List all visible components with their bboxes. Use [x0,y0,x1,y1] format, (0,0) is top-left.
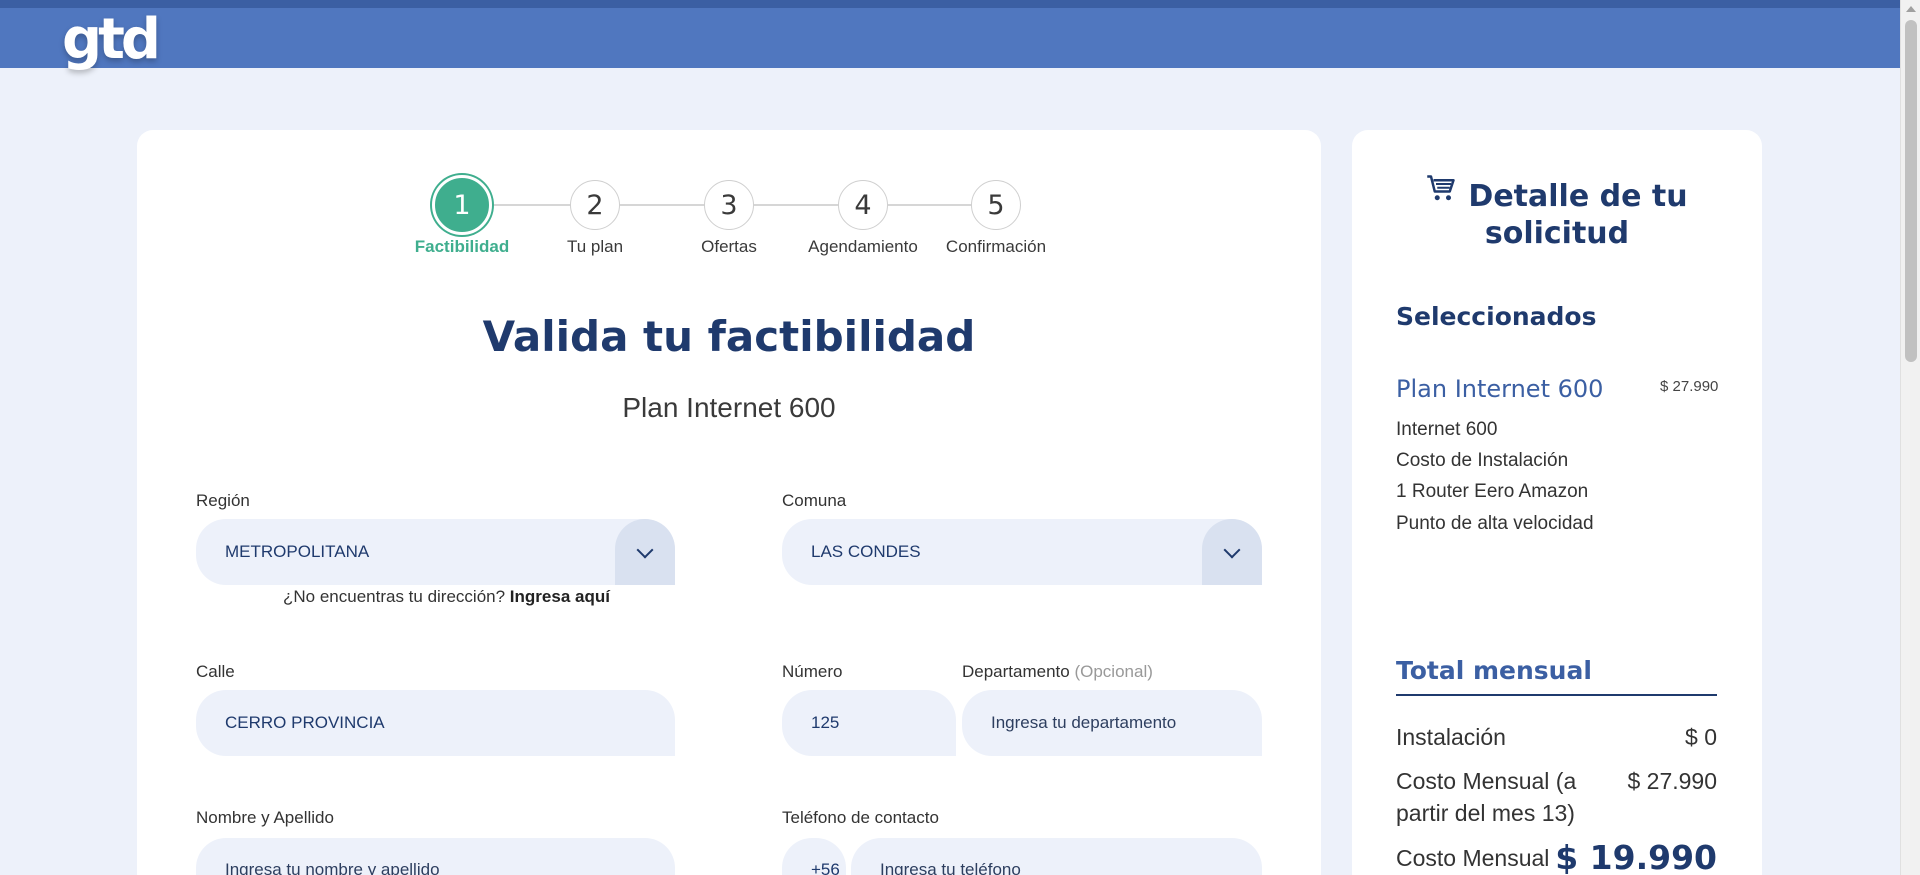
departamento-input[interactable]: Ingresa tu departamento [962,690,1262,756]
enter-address-link[interactable]: Ingresa aquí [510,587,610,606]
address-helper-text: ¿No encuentras tu dirección? [283,587,506,606]
installation-label: Instalación [1396,724,1506,750]
step-connector [490,204,572,206]
step-3-circle[interactable]: 3 [704,180,754,230]
departamento-placeholder: Ingresa tu departamento [991,713,1177,732]
monthly-label: Costo Mensual [1396,845,1550,871]
optional-tag: (Opcional) [1074,662,1153,681]
total-divider [1396,694,1717,696]
summary-title-text: Detalle de tu solicitud [1468,179,1688,251]
departamento-label-text: Departamento [962,662,1070,681]
scrollbar-thumb[interactable] [1905,20,1917,362]
telefono-label: Teléfono de contacto [782,808,939,827]
plan-item: Costo de Instalación [1396,450,1569,471]
step-connector [620,204,706,206]
step-3-label: Ofertas [701,237,757,256]
step-connector [754,204,840,206]
summary-title: Detalle de tu solicitud [1352,175,1762,252]
numero-label: Número [782,662,843,681]
nombre-input[interactable]: Ingresa tu nombre y apellido [196,838,675,875]
plan-subtitle: Plan Internet 600 [622,392,836,423]
plan-item: Punto de alta velocidad [1396,513,1594,534]
address-helper: ¿No encuentras tu dirección? Ingresa aqu… [283,587,610,607]
plan-price: $ 27.990 [1660,378,1719,395]
top-bar: gtd [0,0,1900,68]
chevron-down-icon [1223,541,1241,559]
step-4-label: Agendamiento [808,237,918,256]
phone-prefix-value: +56 [811,860,840,875]
calle-label: Calle [196,662,235,681]
telefono-input[interactable]: Ingresa tu teléfono [851,838,1262,875]
step-4-circle[interactable]: 4 [838,180,888,230]
chevron-down-icon [636,541,654,559]
numero-input[interactable]: 125 [782,690,956,756]
step-5-label: Confirmación [945,237,1047,256]
step-connector [888,204,974,206]
scroll-up-icon[interactable] [1906,6,1916,12]
nombre-label: Nombre y Apellido [196,808,334,827]
comuna-label: Comuna [782,491,847,510]
monthly-after-label: Costo Mensual (a partir del mes 13) [1396,768,1577,826]
telefono-placeholder: Ingresa tu teléfono [880,860,1021,875]
comuna-value: LAS CONDES [811,542,921,561]
numero-value: 125 [811,713,840,732]
region-value: METROPOLITANA [225,542,370,561]
selected-heading: Seleccionados [1396,302,1597,331]
region-select[interactable]: METROPOLITANA [196,519,675,585]
plan-item: Internet 600 [1396,419,1498,440]
monthly-value: $ 19.990 [1555,838,1717,875]
departamento-label: Departamento (Opcional) [962,662,1153,682]
step-2-label: Tu plan [566,237,624,256]
comuna-dropdown-button[interactable] [1202,519,1262,585]
calle-input[interactable]: CERRO PROVINCIA [196,690,675,756]
monthly-after-value: $ 27.990 [1627,768,1717,794]
gtd-logo[interactable]: gtd [62,12,161,68]
total-heading: Total mensual [1396,656,1592,685]
page-title: Valida tu factibilidad [482,312,976,361]
step-5-circle[interactable]: 5 [971,180,1021,230]
calle-value: CERRO PROVINCIA [225,713,385,732]
plan-item: 1 Router Eero Amazon [1396,481,1589,502]
plan-name: Plan Internet 600 [1396,375,1604,403]
page-scrollbar[interactable] [1900,0,1920,875]
cart-icon [1426,174,1456,213]
step-1-label: Factibilidad [414,237,510,256]
region-label: Región [196,491,250,510]
step-1-circle[interactable]: 1 [432,175,492,235]
step-2-circle[interactable]: 2 [570,180,620,230]
installation-value: $ 0 [1685,724,1717,750]
nombre-placeholder: Ingresa tu nombre y apellido [225,860,440,875]
region-dropdown-button[interactable] [615,519,675,585]
comuna-select[interactable]: LAS CONDES [782,519,1262,585]
